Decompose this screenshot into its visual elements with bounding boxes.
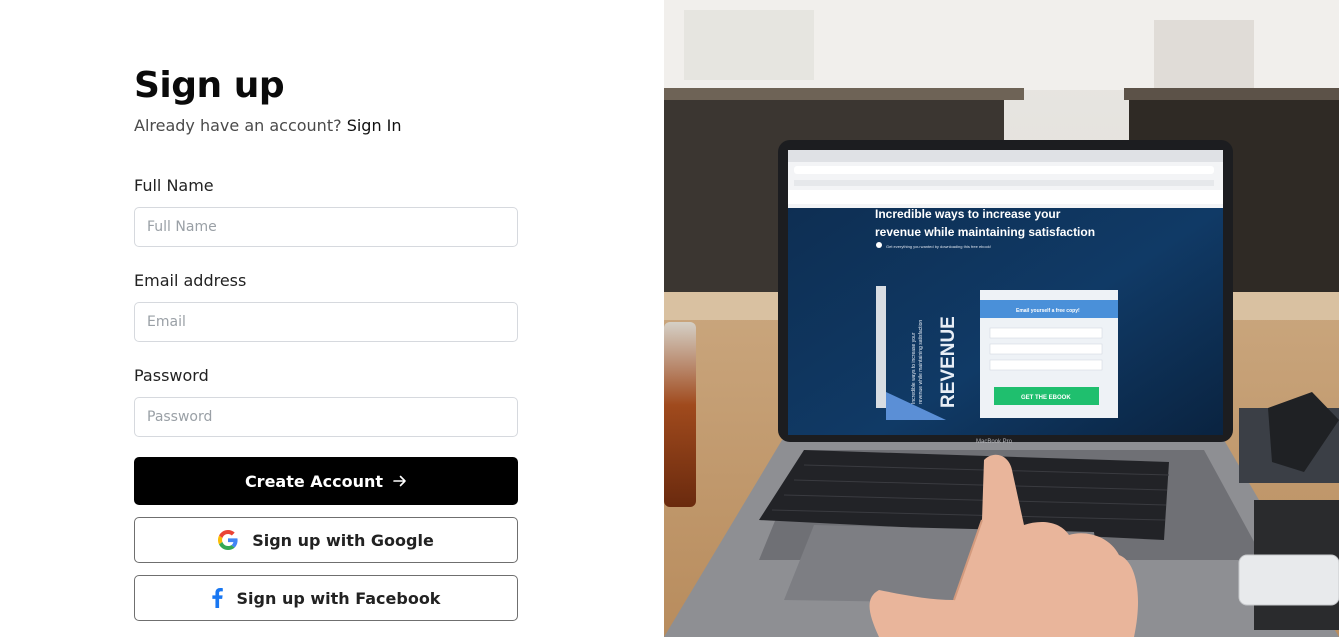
- create-account-label: Create Account: [244, 471, 384, 491]
- email-input[interactable]: [134, 302, 518, 342]
- create-account-button[interactable]: Create Account: [134, 457, 518, 505]
- password-label: Password: [134, 366, 209, 385]
- arrow-right-icon: [393, 474, 407, 488]
- book-title: REVENUE: [938, 316, 959, 408]
- facebook-icon: [211, 588, 223, 608]
- facebook-signup-button[interactable]: Sign up with Facebook: [134, 575, 518, 621]
- screen-headline-2: revenue while maintaining satisfaction: [875, 225, 1095, 239]
- signin-link[interactable]: Sign In: [347, 116, 402, 135]
- page-title: Sign up: [134, 65, 285, 106]
- password-input[interactable]: [134, 397, 518, 437]
- svg-text:Email yourself a free copy!: Email yourself a free copy!: [1016, 308, 1080, 314]
- signup-panel: Sign up Already have an account? Sign In…: [0, 0, 664, 637]
- full-name-label: Full Name: [134, 176, 214, 195]
- google-icon: [218, 530, 238, 550]
- email-label: Email address: [134, 271, 247, 290]
- signup-form: Sign up Already have an account? Sign In…: [134, 64, 518, 621]
- svg-text:Get everything you wanted by d: Get everything you wanted by downloading…: [886, 244, 991, 249]
- signin-prompt: Already have an account? Sign In: [134, 116, 518, 136]
- facebook-signup-label: Sign up with Facebook: [236, 588, 441, 608]
- google-signup-button[interactable]: Sign up with Google: [134, 517, 518, 563]
- svg-text:revenue while maintaining sati: revenue while maintaining satisfaction: [918, 320, 924, 404]
- google-signup-label: Sign up with Google: [252, 530, 434, 550]
- screen-headline-1: Incredible ways to increase your: [875, 207, 1061, 221]
- signin-prompt-text: Already have an account?: [134, 116, 342, 135]
- svg-text:Incredible ways to increase yo: Incredible ways to increase your: [911, 332, 917, 404]
- svg-text:GET THE EBOOK: GET THE EBOOK: [1021, 395, 1071, 401]
- hero-image: Incredible ways to increase your revenue…: [664, 0, 1339, 637]
- full-name-input[interactable]: [134, 207, 518, 247]
- svg-text:MacBook Pro: MacBook Pro: [976, 439, 1013, 445]
